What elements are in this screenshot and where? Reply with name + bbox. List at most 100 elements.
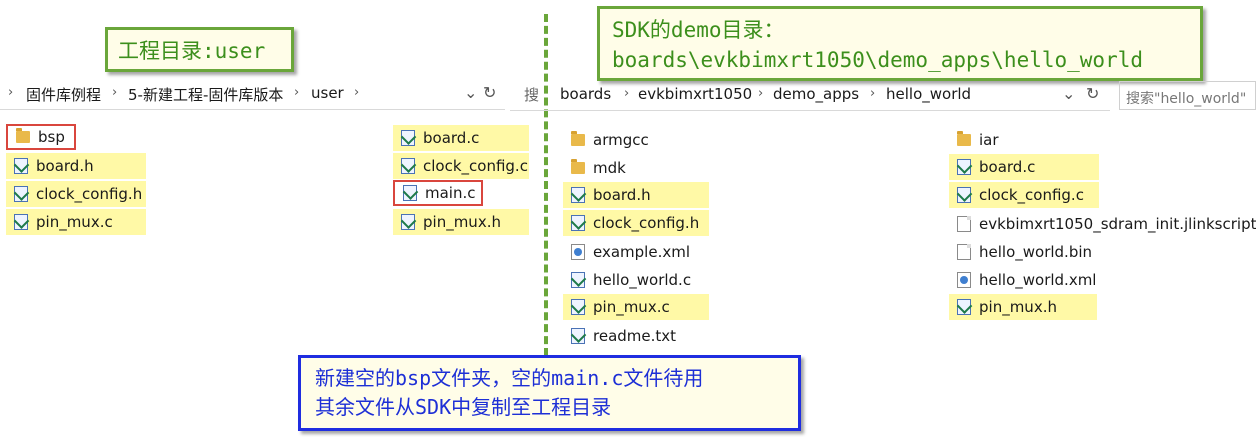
callout-note-line2: 其余文件从SDK中复制至工程目录 xyxy=(315,395,612,419)
c-file-icon xyxy=(571,187,585,203)
chevron-right-icon[interactable]: › xyxy=(112,85,117,100)
chevron-right-icon[interactable]: › xyxy=(870,86,875,101)
callout-note: 新建空的bsp文件夹，空的main.c文件待用 其余文件从SDK中复制至工程目录 xyxy=(298,355,801,431)
file-name: pin_mux.c xyxy=(36,213,113,231)
breadcrumb-item[interactable]: boards xyxy=(560,85,611,103)
chevron-right-icon[interactable]: › xyxy=(758,86,763,101)
breadcrumb-item[interactable]: user xyxy=(311,84,344,102)
file-name: hello_world.xml xyxy=(979,271,1097,289)
search-stub[interactable]: 搜 xyxy=(524,84,539,105)
file-name: bsp xyxy=(38,128,65,146)
folder-icon xyxy=(571,131,585,146)
c-file-icon xyxy=(957,159,971,175)
file-name: clock_config.c xyxy=(423,157,528,175)
breadcrumb-item[interactable]: demo_apps xyxy=(773,85,859,103)
c-file-icon xyxy=(957,187,971,203)
refresh-icon[interactable]: ↻ xyxy=(1086,84,1099,103)
chevron-right-icon[interactable]: › xyxy=(354,85,359,100)
file-name: example.xml xyxy=(593,243,690,261)
chevron-right-icon[interactable]: › xyxy=(624,86,629,101)
doc-file-icon xyxy=(957,244,971,260)
folder-icon xyxy=(957,131,971,146)
right-address-bar: 搜 boards › evkbimxrt1050 › demo_apps › h… xyxy=(510,80,1256,110)
callout-user-dir-text: 工程目录:user xyxy=(118,39,266,63)
list-item[interactable]: hello_world.c xyxy=(563,267,709,293)
list-item[interactable]: evkbimxrt1050_sdram_init.jlinkscript xyxy=(949,211,1256,237)
chevron-down-icon[interactable]: ⌄ xyxy=(1062,84,1075,103)
list-item[interactable]: board.h xyxy=(6,153,146,179)
list-item[interactable]: board.h xyxy=(563,182,709,208)
c-file-icon xyxy=(571,272,585,288)
callout-sdk-dir: SDK的demo目录： boards\evkbimxrt1050\demo_ap… xyxy=(597,6,1203,81)
left-address-bar: › 固件库例程 › 5-新建工程-固件库版本 › user › ⌄ ↻ xyxy=(0,80,505,110)
file-name: armgcc xyxy=(593,131,649,149)
callout-user-dir: 工程目录:user xyxy=(105,27,294,72)
list-item[interactable]: main.c xyxy=(393,180,483,206)
callout-sdk-line1: SDK的demo目录： xyxy=(612,18,785,42)
file-name: board.h xyxy=(593,186,651,204)
list-item[interactable]: clock_config.c xyxy=(949,182,1099,208)
list-item[interactable]: clock_config.h xyxy=(563,210,709,236)
list-item[interactable]: hello_world.xml xyxy=(949,267,1099,293)
list-item[interactable]: board.c xyxy=(949,154,1099,180)
breadcrumb-item[interactable]: 5-新建工程-固件库版本 xyxy=(128,84,283,105)
refresh-icon[interactable]: ↻ xyxy=(483,83,496,102)
address-bar-border xyxy=(510,110,1110,111)
chevron-right-icon[interactable]: › xyxy=(294,85,299,100)
list-item[interactable]: pin_mux.h xyxy=(393,209,529,235)
list-item[interactable]: pin_mux.h xyxy=(949,294,1097,320)
c-file-icon xyxy=(14,214,28,230)
list-item[interactable]: bsp xyxy=(6,124,76,150)
list-item[interactable]: hello_world.bin xyxy=(949,239,1099,265)
list-item[interactable]: mdk xyxy=(563,155,709,181)
c-file-icon xyxy=(571,328,585,344)
file-name: mdk xyxy=(593,159,626,177)
file-name: clock_config.c xyxy=(979,186,1084,204)
c-file-icon xyxy=(401,130,415,146)
file-name: main.c xyxy=(425,184,476,202)
folder-icon xyxy=(571,159,585,174)
folder-icon xyxy=(16,128,30,143)
search-input[interactable]: 搜索"hello_world" xyxy=(1119,81,1256,110)
breadcrumb-item[interactable]: 固件库例程 xyxy=(26,84,101,105)
list-item[interactable]: pin_mux.c xyxy=(563,294,709,320)
file-name: clock_config.h xyxy=(36,185,143,203)
c-file-icon xyxy=(14,186,28,202)
doc-file-icon xyxy=(957,216,971,232)
list-item[interactable]: example.xml xyxy=(563,239,709,265)
breadcrumb-item[interactable]: evkbimxrt1050 xyxy=(638,85,752,103)
list-item[interactable]: board.c xyxy=(393,125,529,151)
c-file-icon xyxy=(401,214,415,230)
callout-note-line1: 新建空的bsp文件夹，空的main.c文件待用 xyxy=(315,366,704,390)
address-bar-border xyxy=(0,109,505,110)
list-item[interactable]: readme.txt xyxy=(563,323,709,349)
list-item[interactable]: clock_config.c xyxy=(393,153,529,179)
list-item[interactable]: armgcc xyxy=(563,127,709,153)
file-name: board.c xyxy=(423,129,480,147)
list-item[interactable]: pin_mux.c xyxy=(6,209,146,235)
file-name: hello_world.c xyxy=(593,271,692,289)
chevron-right-icon[interactable]: › xyxy=(8,85,13,100)
chevron-down-icon[interactable]: ⌄ xyxy=(464,83,477,102)
file-name: board.h xyxy=(36,157,94,175)
file-name: readme.txt xyxy=(593,327,677,345)
list-item[interactable]: clock_config.h xyxy=(6,181,146,207)
c-file-icon xyxy=(957,299,971,315)
c-file-icon xyxy=(401,158,415,174)
search-placeholder: 搜索"hello_world" xyxy=(1126,91,1247,107)
callout-sdk-line2: boards\evkbimxrt1050\demo_apps\hello_wor… xyxy=(612,48,1144,72)
file-name: pin_mux.c xyxy=(593,298,670,316)
c-file-icon xyxy=(14,158,28,174)
file-name: clock_config.h xyxy=(593,214,700,232)
file-name: hello_world.bin xyxy=(979,243,1093,261)
file-name: pin_mux.h xyxy=(423,213,501,231)
c-file-icon xyxy=(403,185,417,201)
list-item[interactable]: iar xyxy=(949,127,1099,153)
c-file-icon xyxy=(571,215,585,231)
xml-file-icon xyxy=(957,272,971,288)
breadcrumb-item[interactable]: hello_world xyxy=(886,85,971,103)
c-file-icon xyxy=(571,299,585,315)
xml-file-icon xyxy=(571,244,585,260)
file-name: board.c xyxy=(979,158,1036,176)
file-name: pin_mux.h xyxy=(979,298,1057,316)
